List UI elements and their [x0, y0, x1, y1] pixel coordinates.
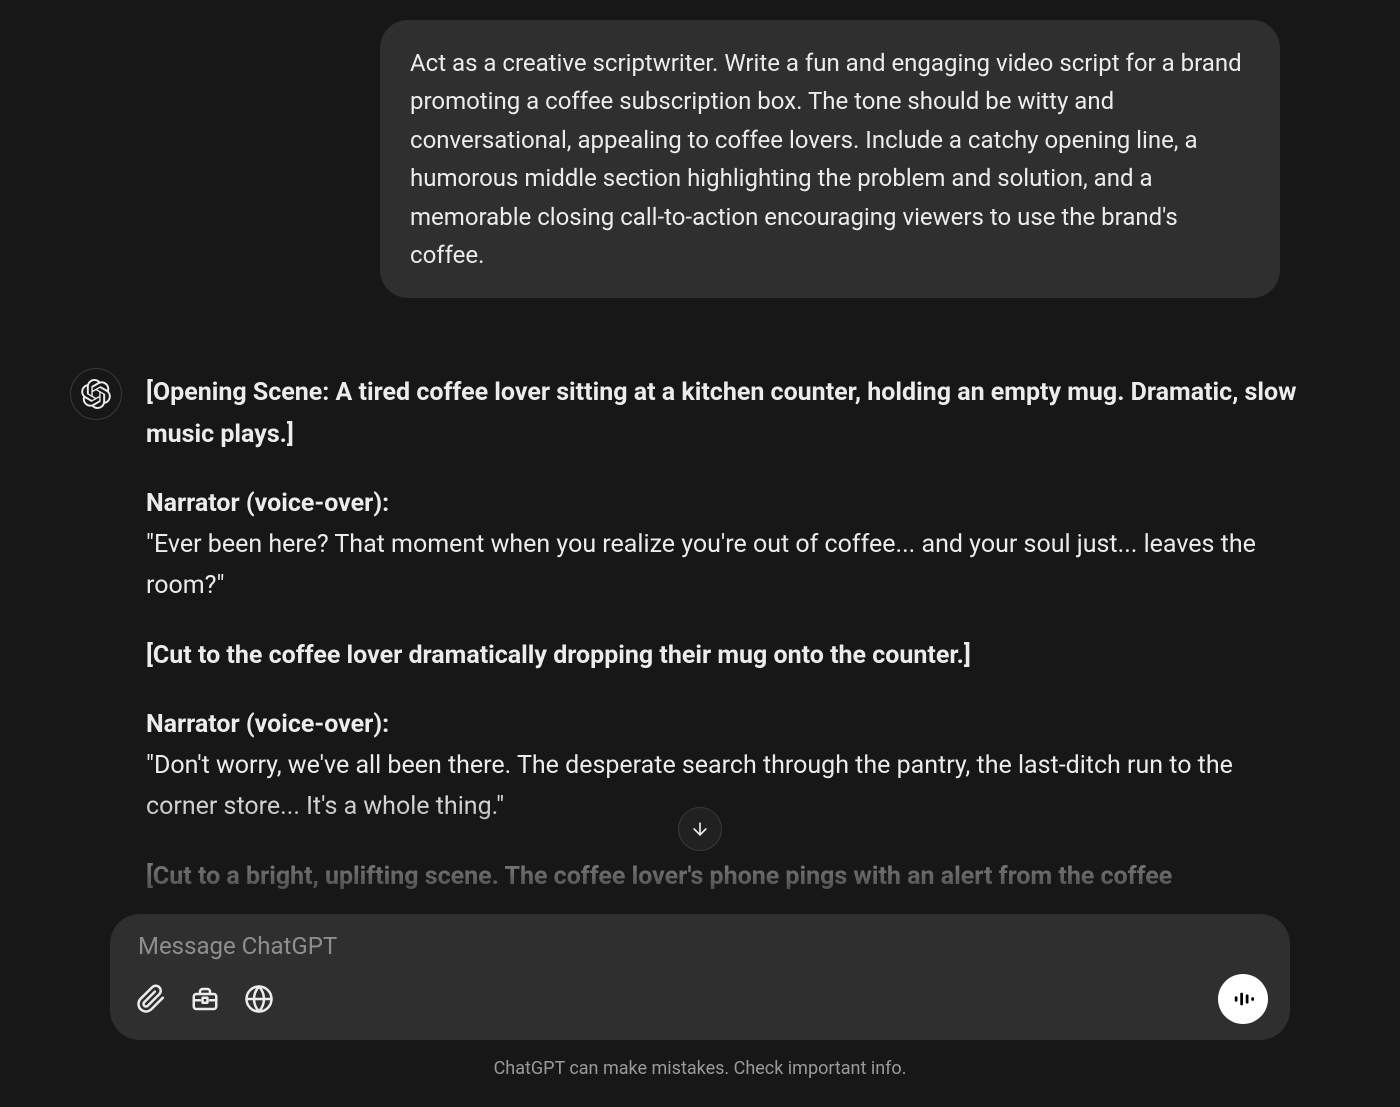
- response-dialogue: "Ever been here? That moment when you re…: [146, 530, 1256, 600]
- assistant-content: [Opening Scene: A tired coffee lover sit…: [146, 368, 1330, 925]
- message-input-box[interactable]: Message ChatGPT: [110, 914, 1290, 1040]
- response-speaker-label: Narrator (voice-over):: [146, 710, 389, 739]
- input-toolbar: [132, 974, 1268, 1024]
- response-scene-direction: [Cut to a bright, uplifting scene. The c…: [146, 862, 1172, 891]
- assistant-avatar: [70, 368, 122, 420]
- arrow-down-icon: [690, 819, 710, 839]
- disclaimer-text: ChatGPT can make mistakes. Check importa…: [110, 1058, 1290, 1079]
- audio-waveform-icon: [1232, 988, 1254, 1010]
- globe-icon: [244, 984, 274, 1014]
- attachment-button[interactable]: [136, 984, 166, 1014]
- response-scene-direction: [Cut to the coffee lover dramatically dr…: [146, 641, 971, 670]
- toolbox-icon: [190, 984, 220, 1014]
- openai-logo-icon: [81, 379, 111, 409]
- chat-container: Act as a creative scriptwriter. Write a …: [0, 0, 1400, 1107]
- web-search-button[interactable]: [244, 984, 274, 1014]
- toolbar-left: [132, 984, 274, 1014]
- scroll-to-bottom-button[interactable]: [678, 807, 722, 851]
- user-message: Act as a creative scriptwriter. Write a …: [380, 20, 1280, 298]
- user-message-row: Act as a creative scriptwriter. Write a …: [70, 20, 1330, 298]
- message-input-placeholder[interactable]: Message ChatGPT: [132, 932, 1268, 960]
- paperclip-icon: [136, 984, 166, 1014]
- tools-button[interactable]: [190, 984, 220, 1014]
- input-area: Message ChatGPT: [0, 914, 1400, 1107]
- response-scene-direction: [Opening Scene: A tired coffee lover sit…: [146, 378, 1297, 448]
- response-speaker-label: Narrator (voice-over):: [146, 489, 389, 518]
- voice-input-button[interactable]: [1218, 974, 1268, 1024]
